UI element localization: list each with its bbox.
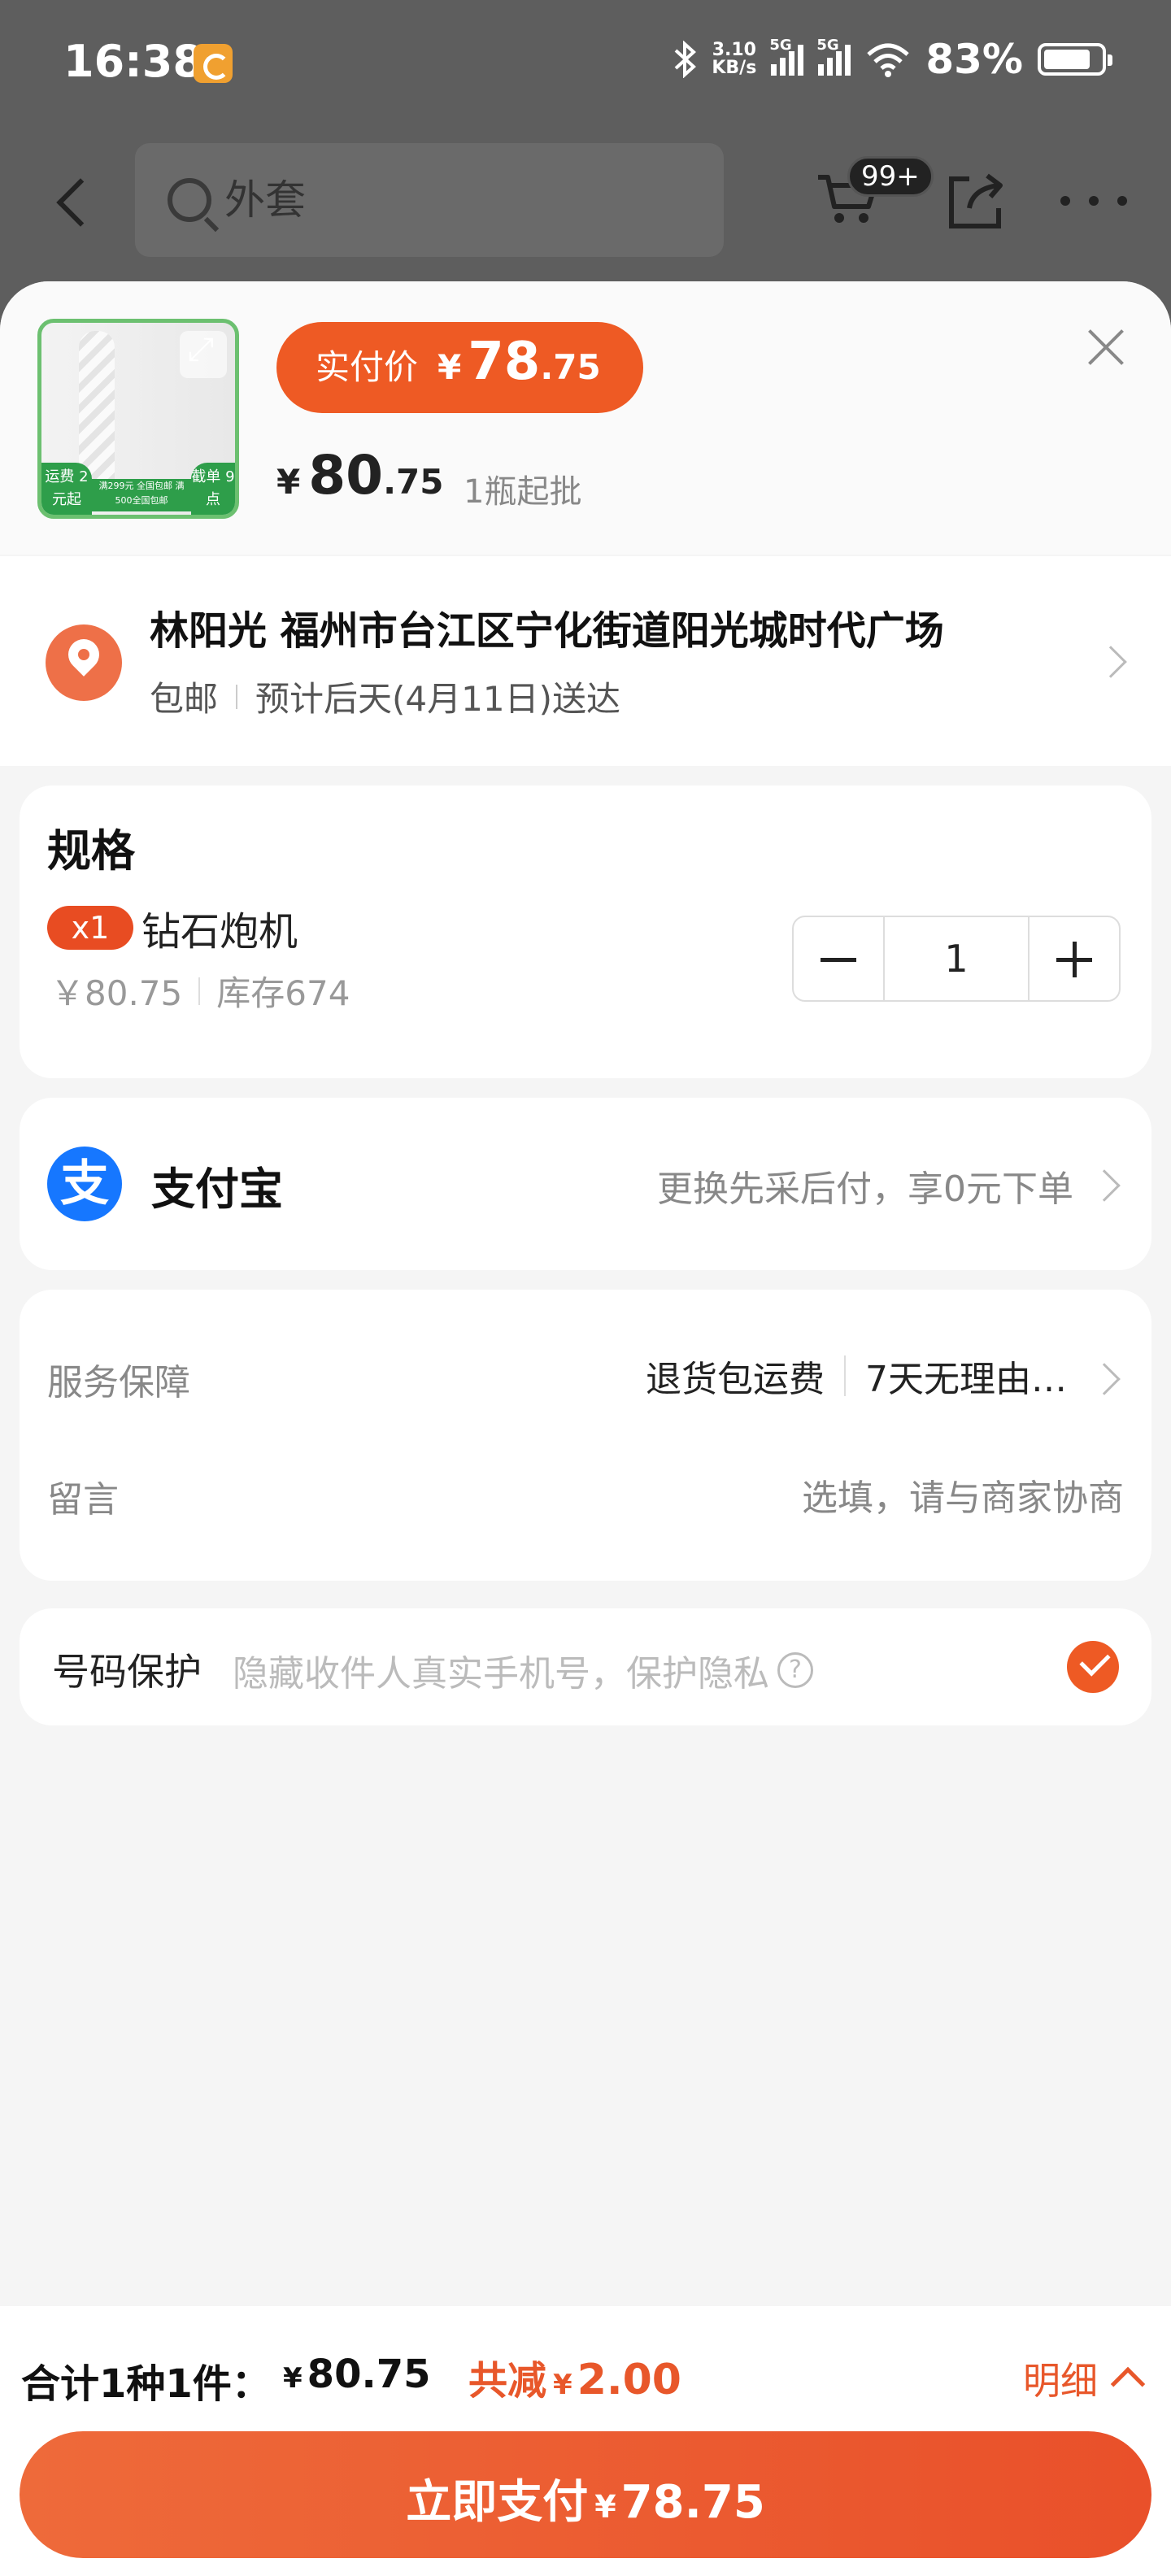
network-speed: 3.10 KB/s <box>712 41 756 77</box>
payment-promo-tip: 更换先采后付，享0元下单 <box>657 1168 1073 1210</box>
thumbnail-shipping-tag: 运费 2元起 <box>41 463 92 515</box>
pay-now-button[interactable]: 立即支付 ¥ 78.75 <box>20 2431 1151 2558</box>
signal-type-label: 5G <box>816 37 839 54</box>
delivery-info: 包邮 预计后天(4月11日)送达 <box>150 672 620 721</box>
discount-total: 共减 ¥ 2.00 <box>468 2348 681 2405</box>
pay-button-label: 立即支付 <box>406 2476 589 2529</box>
unit-price-decimal: .75 <box>383 462 444 502</box>
unit-price-currency: ¥ <box>276 462 301 502</box>
detail-label: 明细 <box>1023 2359 1098 2403</box>
order-sheet: 满299元 全国包邮 满500全国包邮 运费 2元起 截单 9点 实付价 ¥ 7… <box>0 281 1171 2576</box>
chevron-right-icon <box>1088 1363 1121 1395</box>
phone-protection-tip: 隐藏收件人真实手机号，保护隐私 ? <box>233 1644 813 1696</box>
pay-button-value: 78.75 <box>620 2476 765 2529</box>
discount-value: 2.00 <box>577 2356 681 2404</box>
battery-icon <box>1038 43 1112 76</box>
service-item-7day: 7天无理由… <box>865 1359 1067 1400</box>
pay-button-currency: ¥ <box>594 2489 616 2525</box>
spec-stock: 库存674 <box>216 973 350 1013</box>
thumbnail-promo-band: 满299元 全国包邮 满500全国包邮 <box>92 479 191 511</box>
expand-icon[interactable] <box>180 331 227 378</box>
discount-currency: ¥ <box>553 2369 572 2401</box>
discount-label: 共减 <box>468 2358 547 2404</box>
address-row[interactable]: 林阳光 福州市台江区宁化街道阳光城时代广场 包邮 预计后天(4月11日)送达 <box>0 556 1171 766</box>
actual-price-integer: 78 <box>468 332 541 392</box>
location-pin-icon <box>46 624 122 701</box>
unit-price: ¥ 80 .75 <box>276 444 444 507</box>
detail-toggle[interactable]: 明细 <box>1023 2352 1146 2405</box>
product-thumbnail[interactable]: 满299元 全国包邮 满500全国包邮 运费 2元起 截单 9点 <box>37 319 239 519</box>
minus-icon[interactable] <box>794 917 883 1000</box>
status-bar: 16:38 3.10 KB/s 5G 5G 83% <box>0 0 1171 130</box>
more-icon[interactable] <box>1057 189 1130 213</box>
actual-price-label: 实付价 <box>316 347 419 387</box>
quantity-value[interactable]: 1 <box>883 917 1030 1000</box>
total-label: 合计1种1件： <box>21 2361 271 2407</box>
total-price: ¥ 80.75 <box>283 2352 431 2397</box>
signal-icon: 5G <box>816 37 851 76</box>
phone-protection-tip-text: 隐藏收件人真实手机号，保护隐私 <box>233 1653 769 1695</box>
shipping-label: 包邮 <box>150 679 219 719</box>
chevron-right-icon <box>1095 646 1127 678</box>
signal-type-label: 5G <box>769 37 792 54</box>
quantity-tag: x1 <box>47 906 133 950</box>
share-icon[interactable] <box>945 171 1007 233</box>
help-icon[interactable]: ? <box>777 1652 813 1688</box>
payment-method-row[interactable]: 支 支付宝 更换先采后付，享0元下单 <box>20 1098 1151 1270</box>
status-indicators: 3.10 KB/s 5G 5G 83% <box>673 36 1112 83</box>
back-arrow-icon[interactable] <box>49 171 98 236</box>
address-title: 林阳光 福州市台江区宁化街道阳光城时代广场 <box>150 608 944 654</box>
cart-count-badge: 99+ <box>847 156 934 197</box>
close-icon[interactable] <box>1082 322 1130 371</box>
phone-protection-label: 号码保护 <box>52 1650 202 1694</box>
app-notification-icon <box>194 44 233 83</box>
spec-price: ￥80.75 <box>50 973 183 1013</box>
alipay-icon: 支 <box>47 1147 122 1221</box>
search-icon <box>168 178 211 222</box>
memo-label: 留言 <box>47 1479 119 1521</box>
quantity-stepper[interactable]: 1 <box>792 916 1121 1002</box>
wifi-icon <box>867 43 910 77</box>
actual-price-pill: 实付价 ¥ 78 .75 <box>276 322 643 413</box>
payment-method-name: 支付宝 <box>151 1164 283 1215</box>
checkout-bar: 合计1种1件： ¥ 80.75 共减 ¥ 2.00 明细 立即支付 ¥ 78.7… <box>0 2306 1171 2576</box>
total-currency: ¥ <box>283 2362 303 2395</box>
unit-price-integer: 80 <box>308 444 384 507</box>
battery-percent: 83% <box>925 36 1023 83</box>
search-bar[interactable] <box>135 143 724 257</box>
actual-price-decimal: .75 <box>540 347 601 387</box>
service-label: 服务保障 <box>47 1362 190 1403</box>
spec-meta: ￥80.75 库存674 <box>50 966 350 1016</box>
spec-title: 规格 <box>47 825 135 877</box>
spec-option-name: 钻石炮机 <box>141 909 298 955</box>
min-order-text: 1瓶起批 <box>464 473 582 511</box>
status-time: 16:38 <box>63 36 203 87</box>
plus-icon[interactable] <box>1030 917 1119 1000</box>
spec-card: 规格 x1 钻石炮机 ￥80.75 库存674 1 <box>20 785 1151 1078</box>
bluetooth-icon <box>675 41 697 78</box>
total-value: 80.75 <box>307 2352 431 2397</box>
service-card: 服务保障 退货包运费 7天无理由… 留言 选填，请与商家协商 <box>20 1290 1151 1581</box>
check-icon[interactable] <box>1067 1641 1119 1693</box>
chevron-up-icon <box>1110 2366 1146 2402</box>
cart-button[interactable]: 99+ <box>816 156 934 237</box>
phone-protection-row: 号码保护 隐藏收件人真实手机号，保护隐私 ? <box>20 1608 1151 1725</box>
service-item-free-return: 退货包运费 <box>646 1359 825 1400</box>
search-input[interactable] <box>224 176 680 224</box>
network-speed-unit: KB/s <box>712 58 757 78</box>
actual-price-currency: ¥ <box>437 347 462 387</box>
network-speed-value: 3.10 <box>712 40 756 60</box>
product-header: 满299元 全国包邮 满500全国包邮 运费 2元起 截单 9点 实付价 ¥ 7… <box>0 281 1171 555</box>
service-guarantees[interactable]: 退货包运费 7天无理由… <box>646 1350 1067 1402</box>
chevron-right-icon <box>1088 1169 1121 1202</box>
delivery-estimate: 预计后天(4月11日)送达 <box>255 679 620 719</box>
thumbnail-cutoff-tag: 截单 9点 <box>191 463 235 515</box>
signal-icon: 5G <box>769 37 804 76</box>
memo-field[interactable]: 选填，请与商家协商 <box>802 1469 1124 1521</box>
